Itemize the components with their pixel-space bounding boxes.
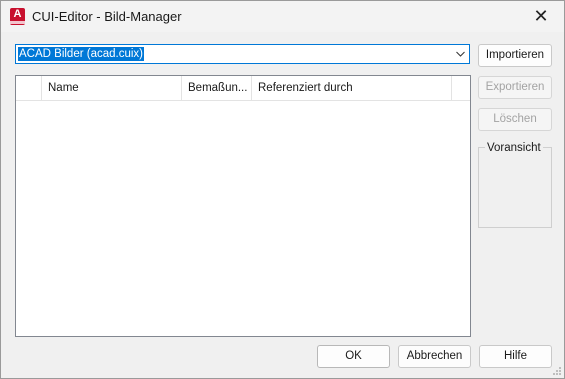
cui-file-dropdown[interactable]: ACAD Bilder (acad.cuix) (15, 44, 470, 64)
column-header-dimension[interactable]: Bemaßun... (182, 76, 252, 100)
app-icon-stripe (10, 21, 25, 24)
window-title: CUI-Editor - Bild-Manager (32, 9, 182, 24)
autocad-app-icon: A (10, 8, 25, 25)
close-icon: ✕ (533, 6, 549, 26)
cui-file-selected-value: ACAD Bilder (acad.cuix) (18, 47, 144, 61)
preview-label: Voransicht (485, 142, 543, 154)
app-icon-letter: A (13, 8, 22, 20)
import-button[interactable]: Importieren (478, 44, 552, 67)
cancel-button[interactable]: Abbrechen (398, 345, 471, 368)
bild-manager-dialog: A CUI-Editor - Bild-Manager ✕ ACAD Bilde… (0, 0, 565, 379)
column-header-icon[interactable] (16, 76, 42, 100)
export-button[interactable]: Exportieren (478, 76, 552, 99)
column-header-name[interactable]: Name (42, 76, 182, 100)
list-header: Name Bemaßun... Referenziert durch (16, 76, 470, 101)
ok-button[interactable]: OK (317, 345, 390, 368)
chevron-down-icon[interactable] (452, 45, 469, 63)
column-header-referenced-by[interactable]: Referenziert durch (252, 76, 452, 100)
delete-button[interactable]: Löschen (478, 108, 552, 131)
images-list[interactable]: Name Bemaßun... Referenziert durch (15, 75, 471, 337)
preview-groupbox (478, 147, 552, 228)
title-bar: A CUI-Editor - Bild-Manager ✕ (1, 1, 564, 32)
resize-grip-icon[interactable] (552, 366, 562, 376)
help-button[interactable]: Hilfe (479, 345, 552, 368)
close-button[interactable]: ✕ (518, 1, 564, 32)
